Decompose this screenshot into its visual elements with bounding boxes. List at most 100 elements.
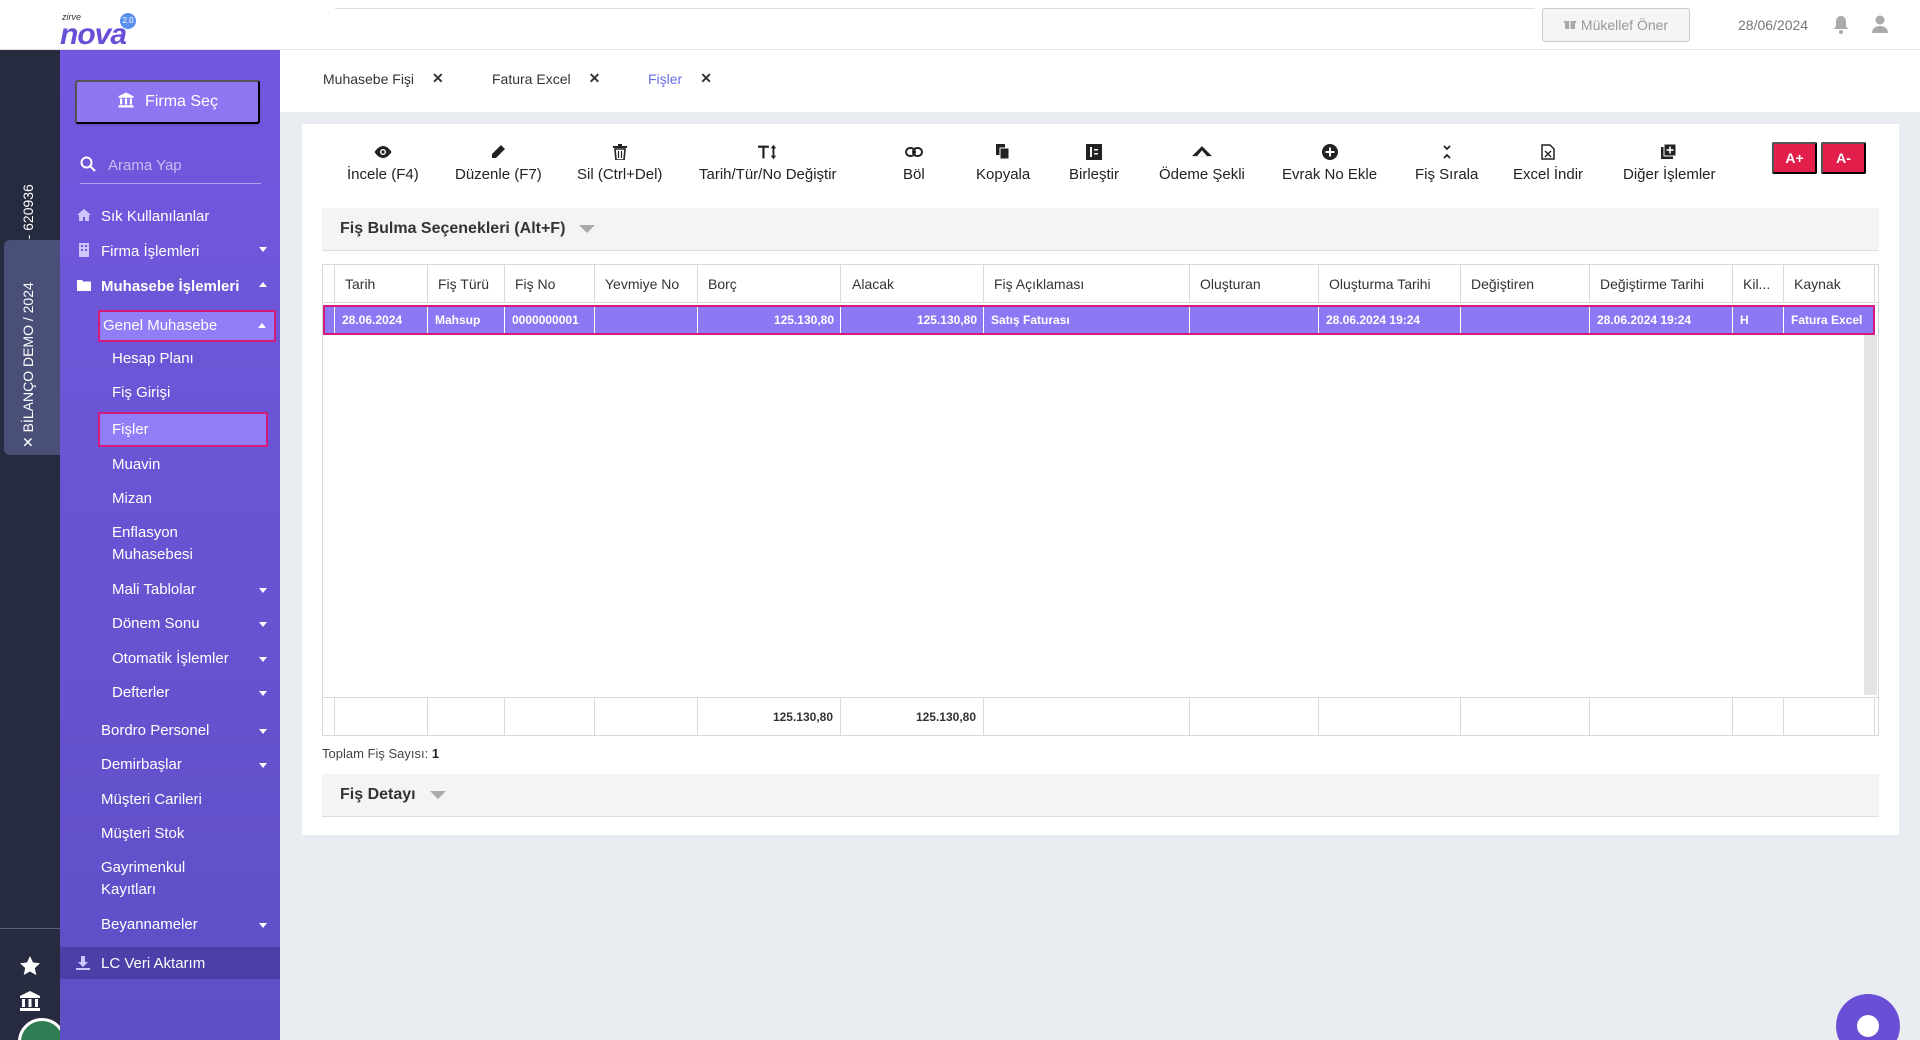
- font-decrease-button[interactable]: A-: [1821, 142, 1866, 174]
- chevron-down-icon: [259, 588, 267, 593]
- sidebar-search-input[interactable]: [108, 157, 248, 174]
- close-icon[interactable]: ✕: [700, 70, 712, 87]
- table-scrollbar[interactable]: [1864, 335, 1877, 695]
- sidebar-item-muavin[interactable]: Muavin: [60, 454, 280, 476]
- footer-cell: [1733, 698, 1784, 736]
- excel-indir-button[interactable]: Excel İndir: [1513, 142, 1583, 183]
- sidebar-item-fis-girisi[interactable]: Fiş Girişi: [60, 382, 280, 404]
- sidebar-item-mizan[interactable]: Mizan: [60, 488, 280, 510]
- sidebar-item-genel-muhasebe[interactable]: Genel Muhasebe: [98, 310, 276, 342]
- evrak-no-ekle-button[interactable]: Evrak No Ekle: [1282, 142, 1377, 183]
- chevron-down-icon: [259, 763, 267, 768]
- sidebar-item-gayrimenkul-kayitlari[interactable]: Gayrimenkul Kayıtları: [60, 857, 280, 901]
- search-options-section[interactable]: Fiş Bulma Seçenekleri (Alt+F): [322, 208, 1879, 251]
- sidebar-item-donem-sonu[interactable]: Dönem Sonu: [60, 613, 280, 635]
- font-decrease-label: A-: [1836, 150, 1851, 166]
- active-company-label: ✕ BİLANÇO DEMO / 2024: [20, 282, 36, 448]
- pencil-icon: [488, 142, 508, 162]
- row-selector[interactable]: [325, 307, 335, 333]
- tab-fatura-excel[interactable]: Fatura Excel ✕: [492, 70, 600, 87]
- kopyala-button[interactable]: Kopyala: [976, 142, 1030, 183]
- column-header[interactable]: Kaynak: [1784, 265, 1875, 303]
- sidebar-item-label: Müşteri Carileri: [101, 791, 202, 808]
- sidebar-item-mali-tablolar[interactable]: Mali Tablolar: [60, 579, 280, 601]
- firma-sec-button[interactable]: Firma Seç: [75, 80, 260, 124]
- sidebar-item-hesap-plani[interactable]: Hesap Planı: [60, 348, 280, 370]
- merge-icon: [1084, 142, 1104, 162]
- chevron-up-icon: [258, 323, 266, 328]
- column-header[interactable]: Değiştirme Tarihi: [1590, 265, 1733, 303]
- tarih-tur-no-degistir-button[interactable]: Tarih/Tür/No Değiştir: [699, 142, 837, 183]
- sidebar-item-demirbaslar[interactable]: Demirbaşlar: [60, 754, 280, 776]
- active-company-tab[interactable]: ✕ BİLANÇO DEMO / 2024: [4, 240, 60, 455]
- column-header[interactable]: Oluşturan: [1190, 265, 1319, 303]
- search-icon: [80, 156, 96, 175]
- column-header[interactable]: Borç: [698, 265, 841, 303]
- logo-main-text: nova: [60, 18, 127, 51]
- bank-icon[interactable]: [18, 989, 42, 1013]
- sidebar-item-fisler[interactable]: Fişler: [98, 412, 268, 447]
- copy-icon: [993, 142, 1013, 162]
- close-icon[interactable]: ✕: [432, 70, 444, 87]
- rail-divider: [0, 928, 60, 929]
- sidebar-item-label: Hesap Planı: [112, 350, 194, 367]
- diger-islemler-button[interactable]: Diğer İşlemler: [1623, 142, 1716, 183]
- sidebar-item-firma-islemleri[interactable]: Firma İşlemleri: [60, 238, 280, 264]
- column-header[interactable]: Alacak: [841, 265, 984, 303]
- column-header[interactable]: Tarih: [335, 265, 428, 303]
- incele-button[interactable]: İncele (F4): [347, 142, 419, 183]
- bol-button[interactable]: Böl: [903, 142, 925, 183]
- sidebar-item-musteri-carileri[interactable]: Müşteri Carileri: [60, 789, 280, 811]
- cell-kaynak: Fatura Excel: [1791, 313, 1863, 327]
- sidebar-item-label: LC Veri Aktarım: [101, 954, 206, 972]
- column-header[interactable]: Oluşturma Tarihi: [1319, 265, 1461, 303]
- column-header[interactable]: Yevmiye No: [595, 265, 698, 303]
- app-badge-icon[interactable]: [18, 1018, 66, 1040]
- cell-fis-no: 0000000001: [505, 307, 595, 333]
- mukellef-oner-button[interactable]: Mükellef Öner: [1542, 8, 1690, 42]
- fis-sirala-button[interactable]: Fiş Sırala: [1415, 142, 1478, 183]
- user-icon[interactable]: [1870, 14, 1890, 34]
- column-header[interactable]: Fiş No: [505, 265, 595, 303]
- sidebar-item-musteri-stok[interactable]: Müşteri Stok: [60, 823, 280, 845]
- chat-bubble-icon[interactable]: [1836, 994, 1900, 1040]
- cell-degistirme-tarihi: 28.06.2024 19:24: [1590, 307, 1733, 333]
- sidebar-item-defterler[interactable]: Defterler: [60, 682, 280, 704]
- sil-button[interactable]: Sil (Ctrl+Del): [577, 142, 662, 183]
- tab-fisler[interactable]: Fişler ✕: [648, 70, 712, 87]
- sidebar-item-label: Bordro Personel: [101, 722, 210, 739]
- fisler-table: Tarih Fiş Türü Fiş No Yevmiye No Borç Al…: [322, 264, 1879, 736]
- sidebar-item-bordro-personel[interactable]: Bordro Personel: [60, 720, 280, 742]
- tab-bar: Muhasebe Fişi ✕ Fatura Excel ✕ Fişler ✕: [280, 50, 1920, 112]
- sidebar-item-lc-veri-aktarim[interactable]: LC Veri Aktarım: [60, 947, 280, 979]
- column-header[interactable]: Fiş Türü: [428, 265, 505, 303]
- toolbar: İncele (F4) Düzenle (F7) Sil (Ctrl+Del) …: [302, 142, 1899, 192]
- chevron-down-icon: [259, 657, 267, 662]
- column-header[interactable]: Değiştiren: [1461, 265, 1590, 303]
- fis-detayi-section[interactable]: Fiş Detayı: [322, 774, 1879, 817]
- fis-detayi-title: Fiş Detayı: [340, 786, 416, 803]
- folder-icon: [77, 278, 91, 292]
- sidebar-item-enflasyon-muhasebesi[interactable]: Enflasyon Muhasebesi: [60, 522, 280, 566]
- birlestir-button[interactable]: Birleştir: [1069, 142, 1119, 183]
- font-increase-button[interactable]: A+: [1772, 142, 1817, 174]
- close-icon[interactable]: ✕: [589, 70, 601, 87]
- nova-logo[interactable]: zirve nova 2.0: [60, 8, 140, 51]
- odeme-sekli-button[interactable]: Ödeme Şekli: [1159, 142, 1245, 183]
- bell-icon[interactable]: [1832, 15, 1850, 35]
- footer-cell: [1784, 698, 1875, 736]
- duzenle-button[interactable]: Düzenle (F7): [455, 142, 542, 183]
- table-row[interactable]: 28.06.2024 Mahsup 0000000001 125.130,80 …: [323, 305, 1875, 335]
- tab-muhasebe-fisi[interactable]: Muhasebe Fişi ✕: [323, 70, 444, 87]
- top-divider: [335, 8, 1535, 9]
- sidebar-item-sik-kullanilanlar[interactable]: Sık Kullanılanlar: [60, 203, 280, 229]
- star-icon[interactable]: [18, 954, 42, 978]
- sidebar-item-beyannameler[interactable]: Beyannameler: [60, 914, 280, 936]
- sidebar-item-muhasebe-islemleri[interactable]: Muhasebe İşlemleri: [60, 273, 280, 299]
- column-header[interactable]: Fiş Açıklaması: [984, 265, 1190, 303]
- footer-cell: [428, 698, 505, 736]
- column-header[interactable]: Kil...: [1733, 265, 1784, 303]
- caret-down-icon: [579, 225, 596, 233]
- sidebar-item-otomatik-islemler[interactable]: Otomatik İşlemler: [60, 648, 280, 670]
- total-count: Toplam Fiş Sayısı: 1: [322, 746, 439, 761]
